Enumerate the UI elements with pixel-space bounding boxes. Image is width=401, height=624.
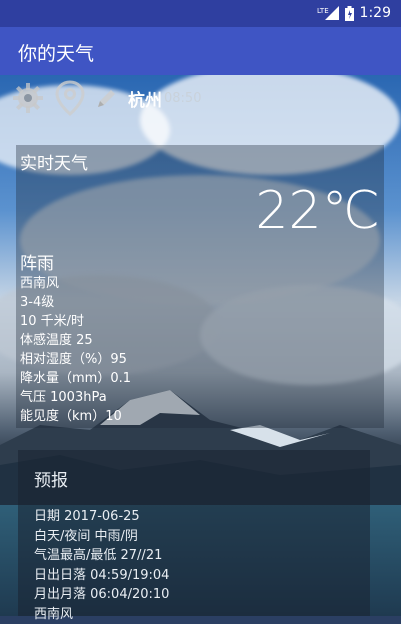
current-temperature: 22℃ — [255, 181, 380, 241]
gear-icon[interactable] — [12, 82, 44, 114]
signal-icon: LTE — [317, 6, 339, 20]
update-time: 08:50 — [164, 91, 201, 106]
location-pin-icon[interactable] — [54, 80, 86, 116]
status-bar: LTE 1:29 — [0, 0, 401, 27]
battery-icon — [345, 6, 354, 21]
forecast-date: 日期 2017-06-25 — [34, 507, 169, 527]
app-bar: 你的天气 — [0, 27, 401, 75]
status-bar-right: LTE 1:29 — [317, 5, 391, 21]
toolbar: 杭州 08:50 — [12, 80, 201, 116]
forecast-wind: 西南风 — [34, 605, 169, 624]
city-name[interactable]: 杭州 — [128, 86, 162, 111]
wind-scale: 3-4级 — [20, 293, 131, 312]
precipitation: 降水量（mm）0.1 — [20, 369, 131, 388]
wind-speed: 10 千米/时 — [20, 312, 131, 331]
realtime-weather-panel: 实时天气 22℃ 阵雨 西南风 3-4级 10 千米/时 体感温度 25 相对湿… — [16, 145, 384, 428]
humidity: 相对湿度（%）95 — [20, 350, 131, 369]
forecast-card: 预报 日期 2017-06-25 白天/夜间 中雨/阴 气温最高/最低 27//… — [18, 450, 370, 616]
app-title: 你的天气 — [18, 39, 94, 66]
status-time: 1:29 — [360, 5, 391, 21]
visibility: 能见度（km）10 — [20, 407, 131, 426]
pressure: 气压 1003hPa — [20, 388, 131, 407]
weather-condition: 阵雨 — [20, 249, 54, 274]
forecast-items: 日期 2017-06-25 白天/夜间 中雨/阴 气温最高/最低 27//21 … — [34, 507, 169, 624]
forecast-temperature-range: 气温最高/最低 27//21 — [34, 546, 169, 566]
forecast-moonrise-moonset: 月出月落 06:04/20:10 — [34, 585, 169, 605]
network-label: LTE — [317, 7, 329, 15]
forecast-day-night: 白天/夜间 中雨/阴 — [34, 527, 169, 547]
feels-like: 体感温度 25 — [20, 331, 131, 350]
realtime-details: 西南风 3-4级 10 千米/时 体感温度 25 相对湿度（%）95 降水量（m… — [20, 274, 131, 426]
forecast-heading: 预报 — [34, 466, 68, 491]
forecast-sunrise-sunset: 日出日落 04:59/19:04 — [34, 566, 169, 586]
realtime-heading: 实时天气 — [20, 149, 88, 174]
wind-direction: 西南风 — [20, 274, 131, 293]
pencil-icon[interactable] — [96, 87, 118, 109]
